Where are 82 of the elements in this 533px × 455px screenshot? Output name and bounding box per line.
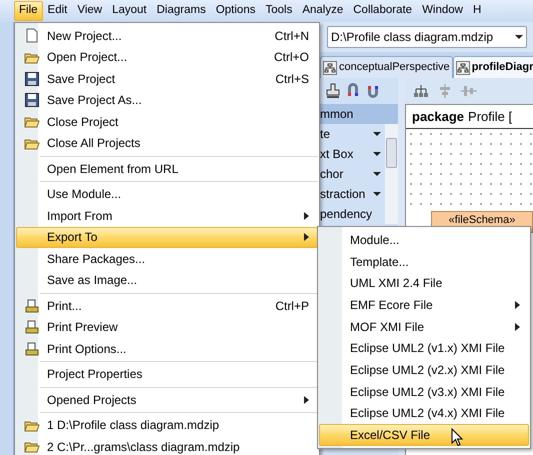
magnet-icon — [366, 83, 380, 99]
palette-group-header[interactable]: mmon — [320, 104, 398, 124]
menu-item[interactable]: Share Packages... — [16, 248, 318, 270]
menu-item[interactable]: Open Project... Ctrl+O — [16, 46, 318, 68]
shortcut-label: Ctrl+P — [275, 298, 309, 315]
stamp-icon — [326, 83, 340, 99]
magnet-icon — [346, 83, 360, 99]
diagram-keyword: package — [412, 108, 464, 126]
menu-item[interactable]: Eclipse UML2 (v4.x) XMI File — [319, 402, 529, 424]
menu-bar-item[interactable]: Options — [210, 1, 260, 21]
menu-item[interactable]: EMF Ecore File — [319, 294, 529, 316]
diagram-tab[interactable]: profileDiagr — [452, 56, 533, 78]
document-icon — [26, 28, 38, 44]
menu-bar-item[interactable]: Window — [417, 1, 468, 21]
shortcut-label: Ctrl+N — [274, 28, 309, 45]
menu-item[interactable]: Save Project As... — [16, 90, 318, 111]
menu-item[interactable]: Close All Projects — [16, 132, 318, 154]
diagram-tab[interactable]: conceptualPerspective — [320, 56, 453, 78]
tree-layout-icon — [413, 84, 429, 98]
printer-icon — [25, 342, 39, 356]
menu-bar-item[interactable]: Layout — [107, 1, 152, 21]
palette-item[interactable]: straction — [320, 184, 385, 204]
dropdown-arrow-icon — [373, 192, 381, 196]
menu-item[interactable]: Eclipse UML2 (v3.x) XMI File — [319, 380, 529, 402]
printer-icon — [25, 320, 39, 334]
folder-icon — [24, 50, 40, 64]
menu-item[interactable]: Opened Projects — [16, 389, 318, 410]
palette-item[interactable]: chor — [320, 164, 385, 184]
menu-item[interactable]: Excel/CSV File — [319, 424, 529, 446]
align-icon — [437, 84, 453, 98]
menu-item[interactable]: UML XMI 2.4 File — [319, 272, 529, 294]
menu-item[interactable]: Import From — [16, 205, 318, 226]
diagram-icon — [323, 60, 337, 74]
menu-item[interactable]: Eclipse UML2 (v2.x) XMI File — [319, 359, 529, 381]
palette-item[interactable]: te — [320, 124, 385, 144]
menu-bar-item[interactable]: H — [468, 1, 486, 21]
submenu-arrow-icon — [304, 233, 309, 242]
dropdown-arrow-icon — [373, 152, 381, 156]
scrollbar[interactable] — [385, 124, 398, 224]
menu-item[interactable]: Save Project Ctrl+S — [16, 68, 318, 90]
folder-icon — [24, 136, 40, 150]
submenu-arrow-icon — [304, 212, 309, 220]
shortcut-label: Ctrl+O — [274, 49, 309, 66]
menu-item[interactable]: Export To — [16, 226, 318, 248]
menu-item[interactable]: Template... — [319, 250, 529, 272]
printer-icon — [25, 298, 39, 313]
submenu-arrow-icon — [304, 396, 309, 404]
shortcut-label: Ctrl+S — [275, 70, 309, 88]
submenu-arrow-icon — [515, 300, 520, 309]
align-icon — [461, 84, 477, 98]
dropdown-arrow-icon — [515, 35, 523, 39]
menu-bar-item[interactable]: File — [14, 1, 43, 21]
menu-bar-item[interactable]: View — [72, 1, 108, 21]
diagram-name: Profile [ — [468, 108, 512, 126]
menu-item[interactable]: 2 C:\Pr...grams\class diagram.mdzip — [16, 436, 318, 455]
menu-bar-item[interactable]: Collaborate — [348, 1, 418, 21]
menu-bar-item[interactable]: Edit — [42, 1, 72, 21]
menu-item[interactable]: Close Project — [16, 111, 318, 132]
menu-item[interactable]: Print Preview — [16, 316, 318, 338]
menu-item[interactable]: MOF XMI File — [319, 316, 529, 338]
menu-item[interactable]: Project Properties — [16, 364, 318, 385]
dropdown-arrow-icon — [373, 132, 381, 136]
menu-item[interactable]: Print Options... — [16, 338, 318, 360]
menu-bar-item[interactable]: Diagrams — [152, 1, 211, 21]
menu-item[interactable]: Use Module... — [16, 184, 318, 205]
project-combo-box[interactable]: D:\Profile class diagram.mdzip — [327, 26, 527, 48]
palette-item[interactable]: xt Box — [320, 144, 385, 164]
folder-icon — [24, 115, 40, 128]
menu-bar-item[interactable]: Tools — [260, 1, 298, 21]
menu-item[interactable]: Eclipse UML2 (v1.x) XMI File — [319, 337, 529, 360]
palette-item[interactable]: pendency — [320, 204, 385, 224]
folder-icon — [24, 440, 40, 454]
menu-item[interactable]: Save as Image... — [16, 270, 318, 291]
menu-bar-item[interactable]: Analyze — [297, 1, 348, 21]
submenu-arrow-icon — [515, 322, 520, 331]
menu-item[interactable]: 1 D:\Profile class diagram.mdzip — [16, 414, 318, 436]
folder-icon — [24, 418, 40, 432]
menu-item[interactable]: Open Element from URL — [16, 158, 318, 180]
dropdown-arrow-icon — [373, 172, 381, 176]
menu-item[interactable]: Print... Ctrl+P — [16, 295, 318, 316]
menu-item[interactable]: New Project... Ctrl+N — [16, 25, 318, 46]
diagram-icon — [456, 60, 470, 74]
